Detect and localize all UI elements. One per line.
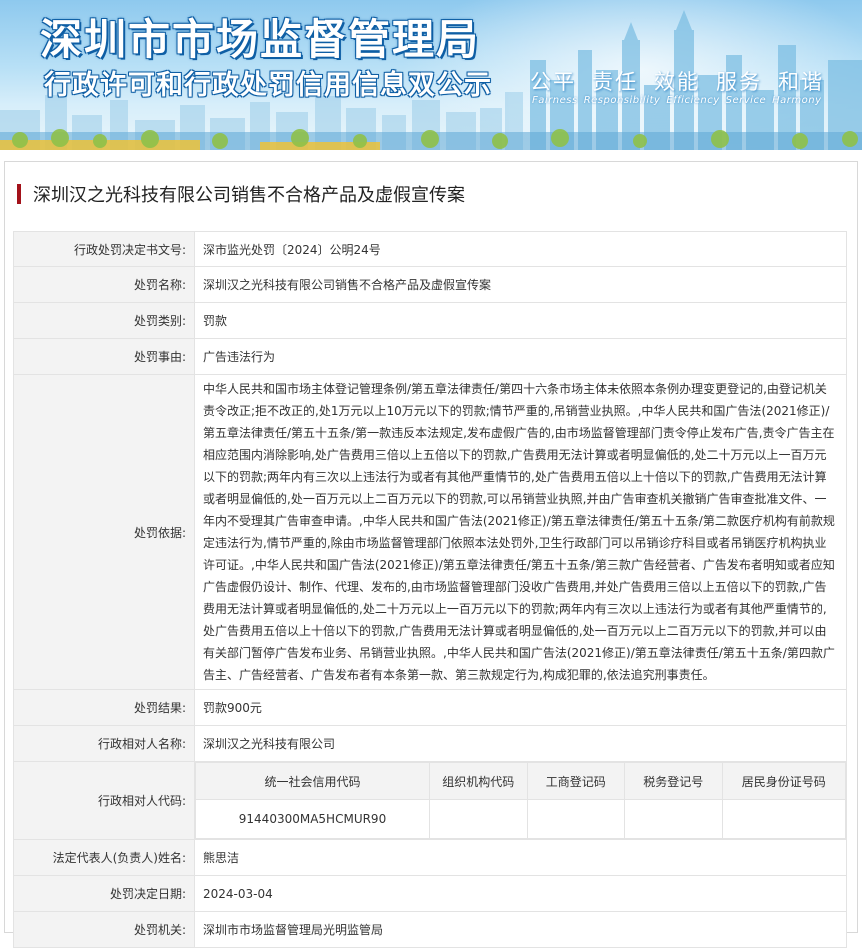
slogan-en-word: Harmony	[772, 95, 822, 106]
site-title: 深圳市市场监督管理局	[40, 15, 481, 64]
authority-label: 处罚机关:	[13, 911, 195, 948]
slogan-en-word: Responsibility	[583, 95, 661, 106]
table-row: 处罚名称: 深圳汉之光科技有限公司销售不合格产品及虚假宣传案	[13, 266, 847, 303]
slogan-word: 服务	[716, 70, 762, 94]
party-name-value: 深圳汉之光科技有限公司	[194, 725, 847, 762]
slogan-word: 责任	[592, 70, 638, 94]
code-value-org	[429, 799, 528, 839]
site-subtitle: 行政许可和行政处罚信用信息双公示	[44, 70, 492, 101]
decision-date-label: 处罚决定日期:	[13, 875, 195, 912]
authority-value: 深圳市市场监督管理局光明监管局	[194, 911, 847, 948]
penalty-name-label: 处罚名称:	[13, 266, 195, 303]
legal-rep-label: 法定代表人(负责人)姓名:	[13, 839, 195, 876]
penalty-reason-value: 广告违法行为	[194, 338, 847, 375]
doc-no-value: 深市监光处罚〔2024〕公明24号	[194, 231, 847, 267]
doc-no-label: 行政处罚决定书文号:	[13, 231, 195, 267]
penalty-type-value: 罚款	[194, 302, 847, 339]
table-row: 行政处罚决定书文号: 深市监光处罚〔2024〕公明24号	[13, 231, 847, 267]
code-header-credit: 统一社会信用代码	[195, 762, 430, 800]
penalty-name-value: 深圳汉之光科技有限公司销售不合格产品及虚假宣传案	[194, 266, 847, 303]
slogan-en-word: Fairness	[532, 95, 578, 106]
party-code-label: 行政相对人代码:	[13, 761, 195, 840]
table-row: 行政相对人名称: 深圳汉之光科技有限公司	[13, 725, 847, 762]
title-accent-bar	[17, 184, 21, 204]
penalty-result-value: 罚款900元	[194, 689, 847, 726]
case-detail-panel: 深圳汉之光科技有限公司销售不合格产品及虚假宣传案 行政处罚决定书文号: 深市监光…	[4, 161, 858, 948]
party-name-label: 行政相对人名称:	[13, 725, 195, 762]
penalty-type-label: 处罚类别:	[13, 302, 195, 339]
table-row: 行政相对人代码: 统一社会信用代码 组织机构代码 工商登记码 税务登记号 居民身…	[13, 761, 847, 840]
party-code-cell: 统一社会信用代码 组织机构代码 工商登记码 税务登记号 居民身份证号码 9144…	[194, 761, 847, 840]
code-header-biz: 工商登记码	[526, 762, 625, 800]
decision-date-value: 2024-03-04	[194, 875, 847, 912]
table-row: 处罚结果: 罚款900元	[13, 689, 847, 726]
slogan-word: 公平	[530, 70, 576, 94]
site-banner: 深圳市市场监督管理局 行政许可和行政处罚信用信息双公示 公平 责任 效能 服务 和谐 F…	[0, 0, 862, 150]
code-value-id	[721, 799, 846, 839]
code-header-tax: 税务登记号	[624, 762, 723, 800]
case-title-text: 深圳汉之光科技有限公司销售不合格产品及虚假宣传案	[33, 185, 465, 206]
table-row: 法定代表人(负责人)姓名: 熊思洁	[13, 839, 847, 876]
party-code-table: 统一社会信用代码 组织机构代码 工商登记码 税务登记号 居民身份证号码 9144…	[195, 762, 846, 839]
case-info-table: 行政处罚决定书文号: 深市监光处罚〔2024〕公明24号 处罚名称: 深圳汉之光…	[13, 231, 847, 948]
slogan-word: 和谐	[778, 70, 824, 94]
code-value-tax	[624, 799, 723, 839]
slogan-en: Fairness Responsibility Efficiency Service H…	[532, 95, 827, 106]
penalty-reason-label: 处罚事由:	[13, 338, 195, 375]
case-title: 深圳汉之光科技有限公司销售不合格产品及虚假宣传案	[17, 182, 465, 206]
slogan-word: 效能	[654, 70, 700, 94]
penalty-result-label: 处罚结果:	[13, 689, 195, 726]
party-code-value-row: 91440300MA5HCMUR90	[195, 799, 846, 839]
table-row: 处罚类别: 罚款	[13, 302, 847, 339]
table-row: 处罚机关: 深圳市市场监督管理局光明监管局	[13, 911, 847, 948]
table-row: 处罚事由: 广告违法行为	[13, 338, 847, 375]
slogan-cn: 公平 责任 效能 服务 和谐	[530, 66, 840, 96]
slogan-en-word: Efficiency	[666, 95, 720, 106]
slogan-en-word: Service	[725, 95, 767, 106]
penalty-basis-value: 中华人民共和国市场主体登记管理条例/第五章法律责任/第四十六条市场主体未依照本条…	[194, 374, 847, 690]
code-value-biz	[526, 799, 625, 839]
penalty-basis-label: 处罚依据:	[13, 374, 195, 690]
party-code-header-row: 统一社会信用代码 组织机构代码 工商登记码 税务登记号 居民身份证号码	[195, 762, 846, 800]
code-value-credit: 91440300MA5HCMUR90	[195, 799, 430, 839]
code-header-id: 居民身份证号码	[721, 762, 846, 800]
legal-rep-value: 熊思洁	[194, 839, 847, 876]
table-row: 处罚依据: 中华人民共和国市场主体登记管理条例/第五章法律责任/第四十六条市场主…	[13, 374, 847, 690]
code-header-org: 组织机构代码	[429, 762, 528, 800]
table-row: 处罚决定日期: 2024-03-04	[13, 875, 847, 912]
